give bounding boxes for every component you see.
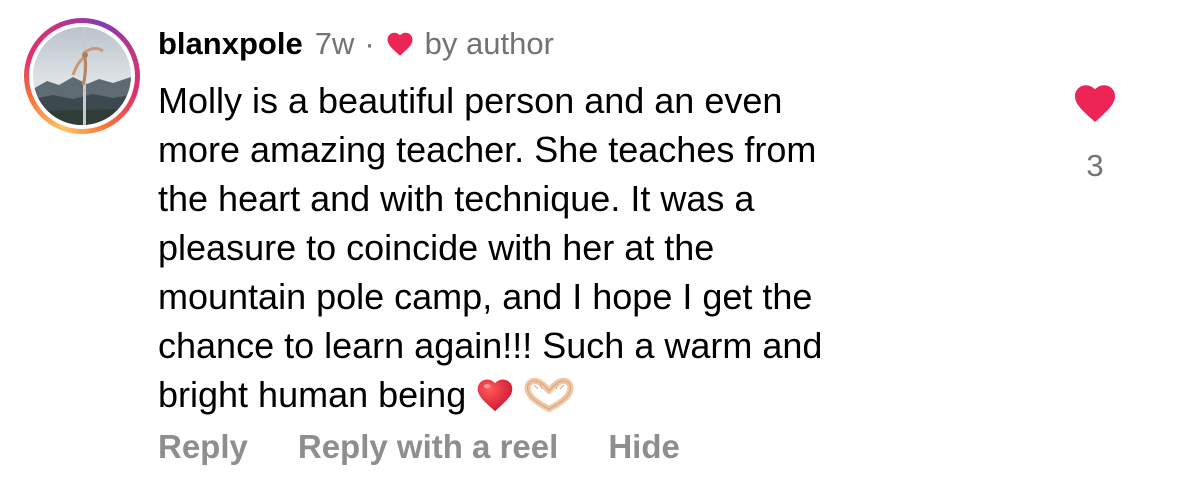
comment-line: Molly is a beautiful person and an even: [158, 80, 783, 121]
hide-button[interactable]: Hide: [608, 428, 680, 466]
comment-line: chance to learn again!!! Such a warm and: [158, 325, 823, 366]
comment-actions: Reply Reply with a reel Hide: [158, 428, 730, 466]
avatar-image: [33, 27, 131, 125]
comment-last-line: bright human being: [158, 370, 1018, 425]
avatar-story-ring[interactable]: [24, 18, 140, 134]
comment-line: more amazing teacher. She teaches from: [158, 129, 817, 170]
like-button[interactable]: [1071, 80, 1119, 124]
comment-time: 7w: [314, 26, 355, 61]
username[interactable]: blanxpole: [158, 26, 303, 62]
comment-body: Molly is a beautiful person and an even …: [158, 76, 1018, 425]
heart-icon: [385, 29, 415, 59]
heart-hands-emoji-icon: [524, 376, 574, 425]
avatar[interactable]: [33, 27, 131, 125]
by-author-label: by author: [424, 26, 554, 61]
red-heart-emoji-icon: [474, 375, 516, 425]
comment-line: the heart and with technique. It was a: [158, 178, 755, 219]
reply-button[interactable]: Reply: [158, 428, 248, 466]
heart-icon: [1075, 85, 1115, 122]
comment: blanxpole 7w · by author Molly is a beau…: [0, 0, 1179, 483]
comment-line: bright human being: [158, 374, 467, 415]
avatar-ring-gap: [29, 23, 135, 129]
separator-dot: ·: [364, 26, 375, 61]
comment-line: pleasure to coincide with her at the: [158, 227, 715, 268]
like-count: 3: [1086, 148, 1104, 183]
comment-header: blanxpole 7w · by author: [158, 22, 554, 66]
comment-line: mountain pole camp, and I hope I get the: [158, 276, 813, 317]
reply-with-reel-button[interactable]: Reply with a reel: [298, 428, 558, 466]
